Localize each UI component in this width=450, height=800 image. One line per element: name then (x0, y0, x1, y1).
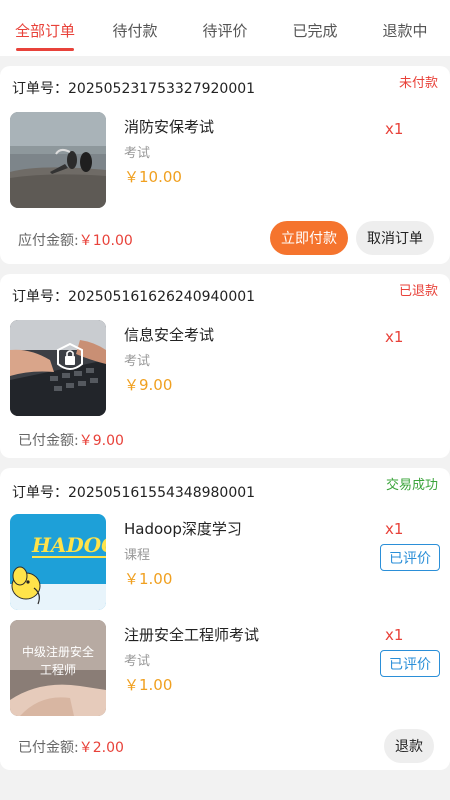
cert-image-text-line1: 中级注册安全 (22, 644, 94, 659)
product-category: 课程 (124, 548, 151, 563)
tab-completed[interactable]: 已完成 (270, 0, 360, 56)
order-card: 订单号：20250523175332792000​1 未付款 消防安保考试 考试… (0, 66, 450, 264)
order-card: 订单号：20250516155434898000​1 交易成功 HADOO Ha… (0, 468, 450, 770)
order-item[interactable]: 中级注册安全 工程师 注册安全工程师考试 考试 ￥1.00 x1 已评价 (0, 620, 450, 720)
product-quantity: x1 (385, 626, 404, 644)
product-title: 信息安全考试 (124, 326, 215, 344)
order-card: 订单号：20250516162624094000​1 已退款 信息安全考试 考试… (0, 274, 450, 458)
product-title: 消防安保考试 (124, 118, 215, 136)
product-category: 考试 (124, 654, 151, 669)
tab-refunding[interactable]: 退款中 (360, 0, 450, 56)
cancel-order-button[interactable]: 取消订单 (356, 221, 434, 255)
reviewed-button[interactable]: 已评价 (380, 650, 440, 677)
order-item[interactable]: HADOO Hadoop深度学习 课程 ￥1.00 x1 已评价 (0, 514, 450, 614)
product-quantity: x1 (385, 120, 404, 138)
product-image (10, 112, 106, 208)
order-status: 已退款 (398, 284, 438, 299)
order-status: 未付款 (398, 76, 438, 91)
product-price: ￥10.00 (124, 168, 182, 186)
product-quantity: x1 (385, 328, 404, 346)
product-quantity: x1 (385, 520, 404, 538)
order-number: 订单号：20250516155434898000​1 (12, 485, 256, 501)
cert-image-text-line2: 工程师 (40, 662, 76, 677)
amount-value: ￥2.00 (78, 740, 124, 756)
amount-label: 应付金额: (18, 233, 79, 249)
product-title: 注册安全工程师考试 (124, 626, 260, 644)
product-category: 考试 (124, 354, 151, 369)
amount-value: ￥10.00 (78, 233, 133, 249)
amount-value: ￥9.00 (78, 433, 124, 449)
order-number: 订单号：20250523175332792000​1 (12, 81, 256, 97)
tab-pending-payment[interactable]: 待付款 (90, 0, 180, 56)
product-price: ￥1.00 (124, 676, 173, 694)
amount-label: 已付金额: (18, 433, 79, 449)
order-tabs: 全部订单 待付款 待评价 已完成 退款中 (0, 0, 450, 56)
paid-amount: 已付金额:￥2.00 (18, 737, 124, 757)
product-image (10, 320, 106, 416)
product-title: Hadoop深度学习 (124, 520, 242, 538)
reviewed-button[interactable]: 已评价 (380, 544, 440, 571)
paid-amount: 已付金额:￥9.00 (18, 430, 124, 450)
order-number: 订单号：20250516162624094000​1 (12, 289, 256, 305)
tab-all-orders[interactable]: 全部订单 (0, 0, 90, 56)
pay-now-button[interactable]: 立即付款 (270, 221, 348, 255)
product-image: HADOO (10, 514, 106, 610)
product-category: 考试 (124, 146, 151, 161)
product-price: ￥1.00 (124, 570, 173, 588)
refund-button[interactable]: 退款 (384, 729, 434, 763)
order-item[interactable]: 信息安全考试 考试 ￥9.00 x1 (0, 320, 450, 420)
product-image: 中级注册安全 工程师 (10, 620, 106, 716)
product-price: ￥9.00 (124, 376, 173, 394)
order-status: 交易成功 (385, 478, 438, 493)
amount-label: 已付金额: (18, 740, 79, 756)
hadoop-logo-text: HADOO (31, 533, 106, 557)
tab-pending-review[interactable]: 待评价 (180, 0, 270, 56)
order-item[interactable]: 消防安保考试 考试 ￥10.00 x1 (0, 112, 450, 212)
payable-amount: 应付金额:￥10.00 (18, 230, 133, 250)
